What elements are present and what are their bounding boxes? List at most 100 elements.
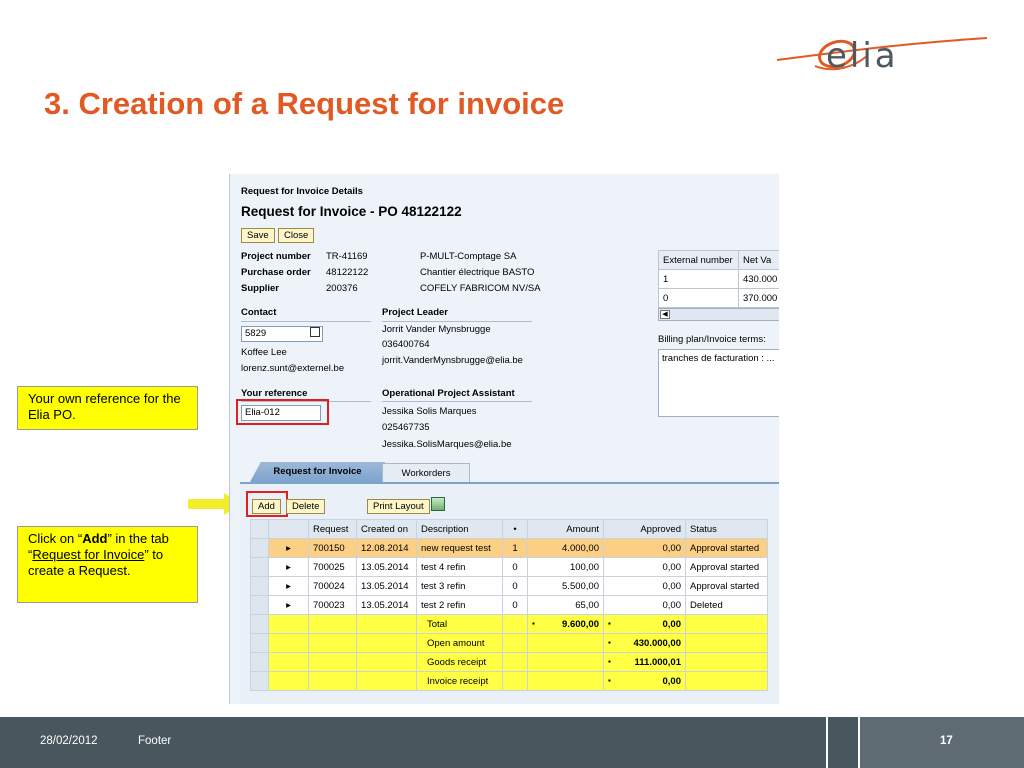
amount: 65,00 xyxy=(527,595,604,615)
created-date: 12.08.2014 xyxy=(356,538,417,558)
expand-arrow-icon[interactable]: ▸ xyxy=(268,557,309,577)
attachment-count: 0 xyxy=(502,576,528,596)
close-button[interactable]: Close xyxy=(278,228,315,243)
assistant-label: Operational Project Assistant xyxy=(382,388,515,399)
table-row[interactable]: ▸ 700023 13.05.2014 test 2 refin 0 65,00… xyxy=(250,595,768,615)
save-button[interactable]: Save xyxy=(241,228,275,243)
your-reference-label: Your reference xyxy=(241,388,308,399)
divider xyxy=(826,717,828,768)
project-leader-name: Jorrit Vander Mynsbrugge xyxy=(382,324,491,335)
attachment-count: 1 xyxy=(502,538,528,558)
column-header: Approved xyxy=(603,519,686,539)
request-number: 700023 xyxy=(308,595,357,615)
approved: 0,00 xyxy=(603,595,686,615)
sap-screenshot: Request for Invoice Details Request for … xyxy=(229,174,779,704)
page-heading: Request for Invoice - PO 48122122 xyxy=(241,204,462,219)
status: Deleted xyxy=(685,595,768,615)
add-callout: Click on “Add” in the tab “Request for I… xyxy=(17,526,198,603)
column-header: Amount xyxy=(527,519,604,539)
row-selector[interactable] xyxy=(250,595,269,615)
total-row: Total ▪ 9.600,00 ▪ 0,00 xyxy=(250,614,768,634)
attachment-icon: • xyxy=(502,519,528,539)
table-cell: 370.000 xyxy=(737,288,779,308)
supplier-name: COFELY FABRICOM NV/SA xyxy=(420,283,541,294)
column-header: Description xyxy=(416,519,503,539)
table-row[interactable]: ▸ 700024 13.05.2014 test 3 refin 0 5.500… xyxy=(250,576,768,596)
status: Approval started xyxy=(685,538,768,558)
column-header: Request xyxy=(308,519,357,539)
description: new request test xyxy=(416,538,503,558)
total-amount: 9.600,00 xyxy=(562,618,599,630)
description: test 2 refin xyxy=(416,595,503,615)
scroll-left-icon[interactable]: ◀ xyxy=(660,310,670,319)
total-amount xyxy=(527,633,604,653)
terms-label: Billing plan/Invoice terms: xyxy=(658,334,766,345)
column-header: External number xyxy=(658,250,739,270)
slide-footer: 28/02/2012 Footer 17 xyxy=(0,717,1024,768)
supplier: 200376 xyxy=(326,283,358,294)
created-date: 13.05.2014 xyxy=(356,557,417,577)
total-approved: 0,00 xyxy=(662,618,682,630)
project-leader-email: jorrit.VanderMynsbrugge@elia.be xyxy=(382,355,523,366)
export-icon[interactable] xyxy=(431,497,445,511)
amount: 5.500,00 xyxy=(527,576,604,596)
page-number: 17 xyxy=(940,735,953,747)
purchase-order: 48122122 xyxy=(326,267,369,278)
supplier-label: Supplier xyxy=(241,283,280,294)
print-layout-button[interactable]: Print Layout xyxy=(367,499,430,514)
divider xyxy=(382,401,532,402)
logo-text: elia xyxy=(826,36,899,76)
row-selector[interactable] xyxy=(250,652,269,672)
created-date: 13.05.2014 xyxy=(356,595,417,615)
request-number: 700024 xyxy=(308,576,357,596)
table-row[interactable]: 0 370.000 xyxy=(658,288,779,308)
total-amount xyxy=(527,671,604,691)
divider xyxy=(858,717,860,768)
project-leader-phone: 036400764 xyxy=(382,339,430,350)
project-number-label: Project number xyxy=(241,251,311,262)
column-header: Status xyxy=(685,519,768,539)
project-leader-label: Project Leader xyxy=(382,307,448,318)
value-help-icon[interactable] xyxy=(310,327,320,337)
terms-field[interactable]: tranches de facturation : ... xyxy=(658,349,779,417)
request-number: 700025 xyxy=(308,557,357,577)
row-selector[interactable] xyxy=(250,633,269,653)
total-row: Invoice receipt ▪ 0,00 xyxy=(250,671,768,691)
total-approved: 0,00 xyxy=(662,675,682,687)
tab-workorders[interactable]: Workorders xyxy=(382,463,470,483)
purchase-order-label: Purchase order xyxy=(241,267,311,278)
attachment-count: 0 xyxy=(502,557,528,577)
description: test 3 refin xyxy=(416,576,503,596)
row-selector[interactable] xyxy=(250,538,269,558)
purchase-order-desc: Chantier électrique BASTO xyxy=(420,267,535,278)
assistant-phone: 025467735 xyxy=(382,422,430,433)
amount: 4.000,00 xyxy=(527,538,604,558)
total-approved: 430.000,00 xyxy=(633,637,681,649)
expand-arrow-icon[interactable]: ▸ xyxy=(268,595,309,615)
table-row[interactable]: 1 430.000 xyxy=(658,269,779,289)
expand-arrow-icon[interactable]: ▸ xyxy=(268,538,309,558)
tab-request-for-invoice[interactable]: Request for Invoice xyxy=(250,462,385,482)
contact-label: Contact xyxy=(241,307,277,318)
assistant-name: Jessika Solis Marques xyxy=(382,406,477,417)
horizontal-scrollbar[interactable]: ◀ xyxy=(658,308,779,321)
select-all-cell[interactable] xyxy=(250,519,269,539)
highlight-box xyxy=(246,491,288,517)
total-approved: 111.000,01 xyxy=(634,656,682,668)
table-row[interactable]: ▸ 700150 12.08.2014 new request test 1 4… xyxy=(250,538,768,558)
approved: 0,00 xyxy=(603,557,686,577)
row-selector[interactable] xyxy=(250,614,269,634)
slide-title: 3. Creation of a Request for invoice xyxy=(44,86,565,121)
row-selector[interactable] xyxy=(250,557,269,577)
delete-button[interactable]: Delete xyxy=(286,499,326,514)
expand-arrow-icon[interactable]: ▸ xyxy=(268,576,309,596)
row-selector[interactable] xyxy=(250,576,269,596)
row-selector[interactable] xyxy=(250,671,269,691)
approved: 0,00 xyxy=(603,538,686,558)
request-number: 700150 xyxy=(308,538,357,558)
total-label: Invoice receipt xyxy=(416,671,503,691)
highlight-box xyxy=(236,399,329,425)
table-row[interactable]: ▸ 700025 13.05.2014 test 4 refin 0 100,0… xyxy=(250,557,768,577)
created-date: 13.05.2014 xyxy=(356,576,417,596)
amount: 100,00 xyxy=(527,557,604,577)
